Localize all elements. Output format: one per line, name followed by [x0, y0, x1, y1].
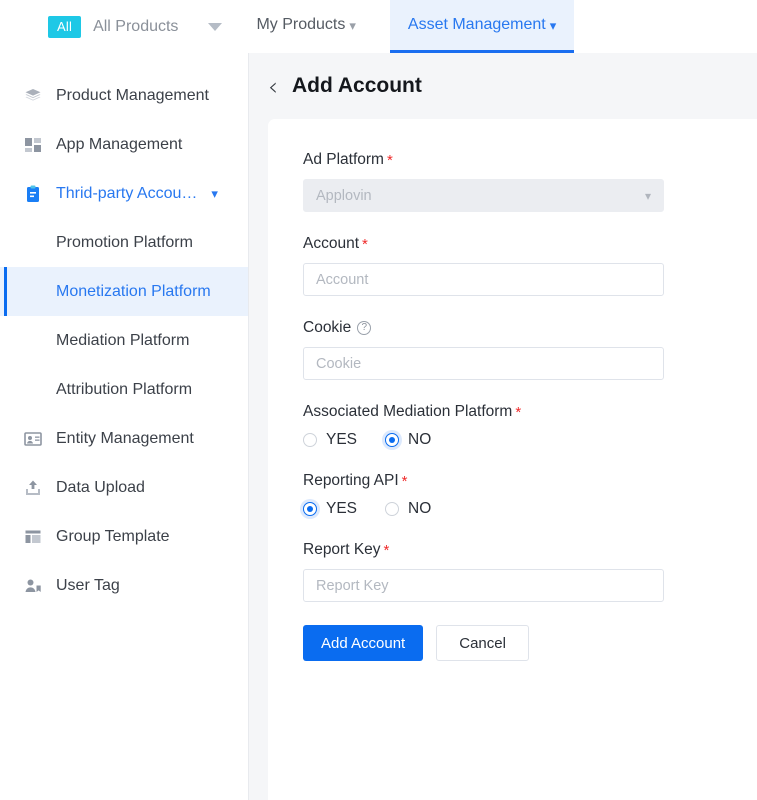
sidebar-item-label: Promotion Platform — [56, 233, 193, 251]
sidebar: Product Management App Management Thrid-… — [0, 53, 249, 800]
radio-option-no[interactable]: NO — [385, 431, 431, 449]
tab-asset-management-label: Asset Management — [407, 16, 546, 33]
associated-mediation-platform-radio-group: YES NO — [303, 431, 757, 449]
field-associated-mediation-platform: Associated Mediation Platform * YES NO — [303, 403, 757, 449]
sidebar-item-label: Entity Management — [56, 429, 194, 447]
sidebar-item-user-tag[interactable]: User Tag — [0, 561, 248, 610]
contact-card-icon — [22, 428, 44, 450]
sidebar-item-entity-management[interactable]: Entity Management — [0, 414, 248, 463]
sidebar-item-label: Monetization Platform — [56, 282, 211, 300]
label-text: Cookie — [303, 319, 352, 336]
chevron-down-icon[interactable]: ▾ — [211, 186, 218, 202]
field-report-key: Report Key * Report Key — [303, 541, 757, 602]
label-text: Report Key — [303, 541, 381, 558]
cookie-input[interactable]: Cookie — [303, 347, 664, 380]
caret-down-icon[interactable] — [208, 22, 223, 31]
tab-my-products[interactable]: My Products ▾ — [238, 0, 373, 53]
sidebar-item-attribution-platform[interactable]: Attribution Platform — [0, 365, 248, 414]
radio-label: NO — [408, 500, 432, 517]
tab-asset-management[interactable]: Asset Management ▾ — [389, 0, 575, 53]
account-label: Account * — [303, 235, 757, 253]
app-root: All All Products My Products ▾ Asset Man… — [0, 0, 757, 800]
required-asterisk: * — [515, 403, 522, 421]
radio-option-yes[interactable]: YES — [303, 431, 357, 449]
required-asterisk: * — [401, 472, 408, 490]
sidebar-item-label: Data Upload — [56, 478, 145, 496]
radio-option-yes[interactable]: YES — [303, 500, 357, 518]
required-asterisk: * — [362, 235, 368, 253]
radio-option-no[interactable]: NO — [385, 500, 431, 518]
ad-platform-select[interactable]: Applovin ▾ — [303, 179, 664, 212]
cookie-label: Cookie ? — [303, 319, 757, 337]
sidebar-item-group-template[interactable]: Group Template — [0, 512, 248, 561]
main-content: ‹ Add Account Ad Platform * Applovin ▾ A… — [249, 53, 757, 800]
sidebar-item-label: App Management — [56, 135, 183, 153]
all-badge: All — [48, 15, 82, 38]
clipboard-icon — [22, 183, 44, 205]
sidebar-item-label: Group Template — [56, 527, 170, 545]
sidebar-item-label: Mediation Platform — [56, 331, 190, 349]
ad-platform-label: Ad Platform * — [303, 151, 757, 169]
label-text: Reporting API — [303, 472, 399, 489]
template-layout-icon — [22, 526, 44, 548]
page-header: ‹ Add Account — [249, 53, 757, 119]
sidebar-item-mediation-platform[interactable]: Mediation Platform — [0, 316, 248, 365]
sidebar-item-promotion-platform[interactable]: Promotion Platform — [0, 218, 248, 267]
sidebar-item-data-upload[interactable]: Data Upload — [0, 463, 248, 512]
sidebar-item-label: User Tag — [56, 576, 120, 594]
radio-circle-icon[interactable] — [303, 433, 317, 447]
required-asterisk: * — [386, 151, 393, 169]
form-actions: Add Account Cancel — [303, 625, 757, 661]
add-account-form-card: Ad Platform * Applovin ▾ Account * Accou… — [268, 119, 757, 800]
all-products-label: All Products — [93, 17, 179, 35]
radio-circle-selected-icon[interactable] — [303, 502, 317, 516]
sidebar-item-app-management[interactable]: App Management — [0, 120, 248, 169]
field-ad-platform: Ad Platform * Applovin ▾ — [303, 151, 757, 212]
account-input[interactable]: Account — [303, 263, 664, 296]
cookie-placeholder: Cookie — [316, 355, 362, 372]
upload-icon — [22, 477, 44, 499]
report-key-placeholder: Report Key — [316, 577, 389, 594]
reporting-api-radio-group: YES NO — [303, 500, 757, 518]
chevron-down-icon: ▾ — [549, 18, 557, 33]
account-placeholder: Account — [316, 271, 369, 288]
sidebar-item-product-management[interactable]: Product Management — [0, 71, 248, 120]
reporting-api-label: Reporting API * — [303, 472, 757, 490]
user-tag-icon — [22, 575, 44, 597]
all-products-selector[interactable]: All All Products — [0, 0, 223, 53]
field-cookie: Cookie ? Cookie — [303, 319, 757, 380]
sidebar-item-monetization-platform[interactable]: Monetization Platform — [0, 267, 248, 316]
sidebar-item-label: Attribution Platform — [56, 380, 193, 398]
radio-label: YES — [326, 500, 358, 517]
app-grid-icon — [22, 134, 44, 156]
cancel-button[interactable]: Cancel — [436, 625, 529, 661]
report-key-label: Report Key * — [303, 541, 757, 559]
field-reporting-api: Reporting API * YES NO — [303, 472, 757, 518]
report-key-input[interactable]: Report Key — [303, 569, 664, 602]
tab-my-products-label: My Products — [256, 16, 346, 33]
sidebar-item-label: Thrid-party Accou… — [56, 184, 198, 202]
add-account-button[interactable]: Add Account — [303, 625, 424, 661]
label-text: Account — [303, 235, 360, 252]
required-asterisk: * — [383, 541, 390, 559]
layers-icon — [22, 85, 44, 107]
sidebar-item-third-party-account[interactable]: Thrid-party Accou… ▾ — [0, 169, 248, 218]
top-navigation-bar: All All Products My Products ▾ Asset Man… — [0, 0, 757, 53]
radio-circle-icon[interactable] — [385, 502, 400, 516]
chevron-down-icon: ▾ — [349, 18, 356, 33]
field-account: Account * Account — [303, 235, 757, 296]
label-text: Associated Mediation Platform — [303, 403, 513, 420]
radio-label: YES — [326, 431, 358, 448]
ad-platform-value: Applovin — [316, 187, 372, 204]
page-title: Add Account — [292, 74, 422, 97]
sidebar-item-label: Product Management — [56, 86, 209, 104]
question-mark-circle-icon[interactable]: ? — [357, 321, 372, 335]
radio-circle-selected-icon[interactable] — [385, 433, 400, 447]
radio-label: NO — [408, 431, 432, 448]
associated-mediation-platform-label: Associated Mediation Platform * — [303, 403, 757, 421]
chevron-down-icon: ▾ — [644, 188, 651, 203]
back-chevron-icon[interactable]: ‹ — [268, 74, 278, 99]
label-text: Ad Platform — [303, 151, 384, 168]
